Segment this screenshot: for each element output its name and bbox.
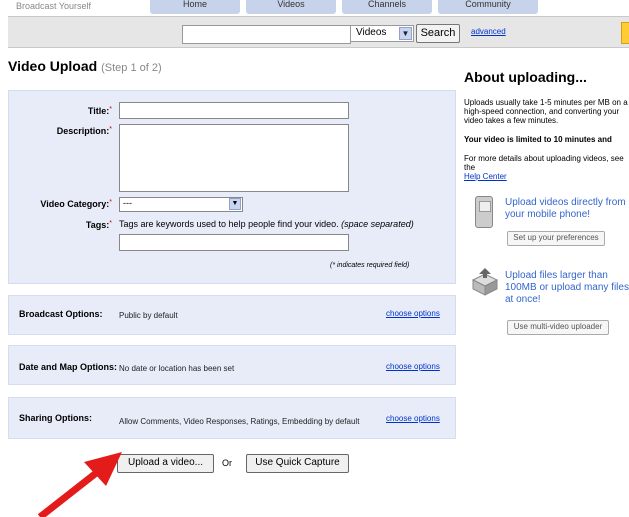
title-field[interactable]: [119, 102, 349, 119]
date-map-options-value: No date or location has been set: [119, 364, 235, 373]
description-field[interactable]: [119, 124, 349, 192]
mobile-phone-icon: [475, 196, 493, 228]
red-arrow-annotation: [37, 452, 122, 517]
tab-videos[interactable]: Videos: [246, 0, 336, 14]
category-select[interactable]: --- ▼: [119, 197, 243, 212]
multi-upload-icon: [471, 268, 499, 296]
broadcast-options-label: Broadcast Options:: [19, 309, 103, 319]
tab-community[interactable]: Community: [438, 0, 538, 14]
about-paragraph: Uploads usually take 1-5 minutes per MB …: [464, 98, 628, 125]
search-input[interactable]: [182, 25, 351, 44]
upload-button-partial[interactable]: [621, 22, 629, 44]
help-center-link[interactable]: Help Center: [464, 172, 507, 181]
large-upload-text: Upload files larger than 100MB or upload…: [505, 270, 629, 305]
advanced-search-link[interactable]: advanced: [471, 27, 506, 36]
sharing-options-value: Allow Comments, Video Responses, Ratings…: [119, 417, 360, 426]
brand-tagline: Broadcast Yourself: [16, 1, 92, 11]
quick-capture-button[interactable]: Use Quick Capture: [246, 454, 349, 473]
chevron-down-icon: ▼: [229, 198, 241, 210]
search-category-value: Videos: [356, 27, 387, 38]
or-label: Or: [222, 458, 232, 468]
page-title: Video Upload (Step 1 of 2): [8, 58, 162, 74]
tags-help: Tags are keywords used to help people fi…: [119, 219, 414, 229]
about-limit-text: Your video is limited to 10 minutes and: [464, 135, 612, 144]
broadcast-options-value: Public by default: [119, 311, 178, 320]
tab-channels[interactable]: Channels: [342, 0, 432, 14]
tags-label: Tags:*: [85, 220, 112, 230]
setup-preferences-button[interactable]: Set up your preferences: [507, 231, 605, 246]
title-label: Title:*: [87, 106, 112, 116]
search-category-select[interactable]: Videos ▼: [350, 25, 414, 42]
chevron-down-icon: ▼: [399, 27, 412, 40]
category-label: Video Category:*: [40, 199, 112, 209]
tags-field[interactable]: [119, 234, 349, 251]
multi-video-uploader-button[interactable]: Use multi-video uploader: [507, 320, 609, 335]
category-value: ---: [123, 198, 132, 208]
about-more-details: For more details about uploading videos,…: [464, 154, 624, 181]
page-step: (Step 1 of 2): [101, 62, 162, 74]
required-note: (* indicates required field): [330, 262, 410, 269]
mobile-upload-text: Upload videos directly from your mobile …: [505, 197, 626, 220]
date-map-choose-options-link[interactable]: choose options: [386, 362, 440, 371]
broadcast-choose-options-link[interactable]: choose options: [386, 309, 440, 318]
tab-home[interactable]: Home: [150, 0, 240, 14]
sharing-options-label: Sharing Options:: [19, 413, 92, 423]
sharing-choose-options-link[interactable]: choose options: [386, 414, 440, 423]
date-map-options-label: Date and Map Options:: [19, 362, 118, 372]
about-title: About uploading...: [464, 69, 587, 85]
search-button[interactable]: Search: [416, 24, 460, 43]
description-label: Description:*: [56, 126, 112, 136]
